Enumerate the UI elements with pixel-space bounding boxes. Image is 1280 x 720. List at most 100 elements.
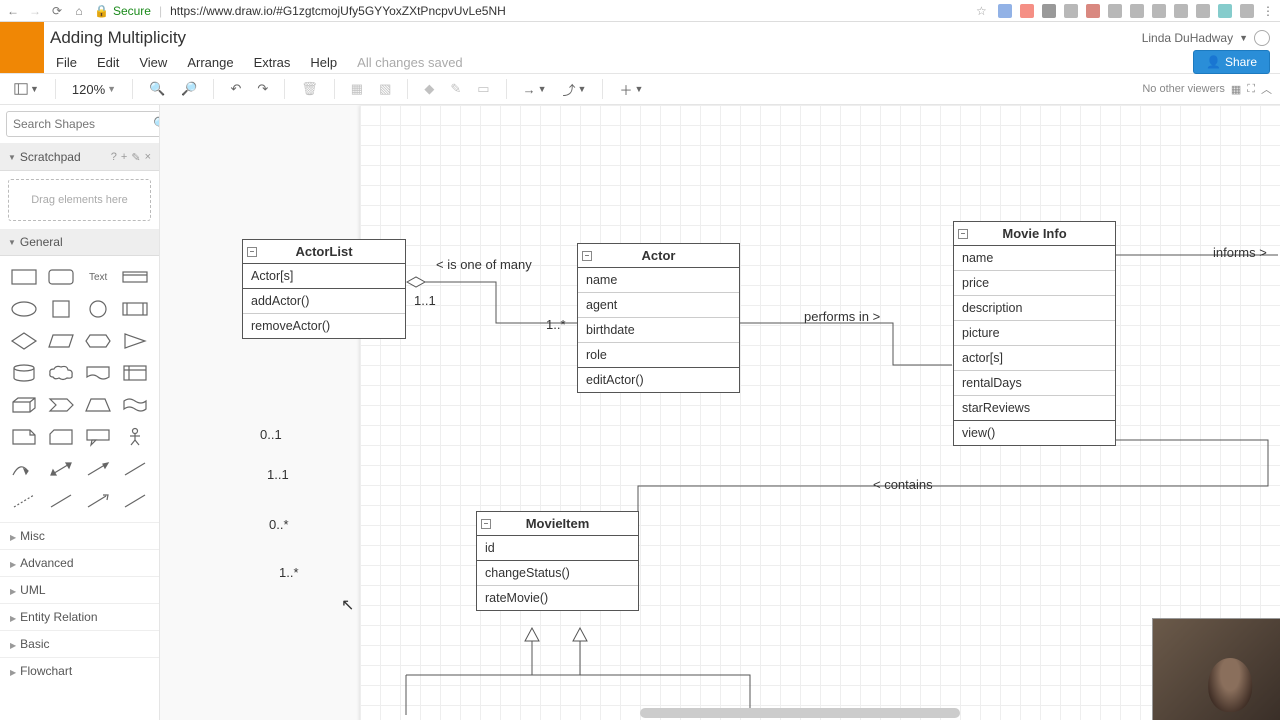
attr[interactable]: name [578, 268, 739, 293]
attr[interactable]: rentalDays [954, 371, 1115, 396]
category-advanced[interactable]: ▶Advanced [0, 549, 159, 576]
undo-button[interactable]: ↶ [224, 77, 247, 101]
to-back-button[interactable]: ▧ [373, 77, 397, 101]
label-contains[interactable]: < contains [873, 477, 933, 492]
ext-icon-5[interactable] [1086, 4, 1100, 18]
scratchpad-close-icon[interactable]: × [145, 151, 151, 164]
shape-circle[interactable] [83, 296, 114, 322]
class-actor[interactable]: –Actor name agent birthdate role editAct… [577, 243, 740, 393]
menu-view[interactable]: View [129, 51, 177, 74]
category-uml[interactable]: ▶UML [0, 576, 159, 603]
to-front-button[interactable]: ▦ [345, 77, 369, 101]
class-actorlist[interactable]: –ActorList Actor[s] addActor() removeAct… [242, 239, 406, 339]
category-misc[interactable]: ▶Misc [0, 522, 159, 549]
zoom-out-button[interactable]: 🔎 [175, 77, 203, 101]
ext-icon-7[interactable] [1130, 4, 1144, 18]
shape-square[interactable] [45, 296, 76, 322]
shape-hexagon[interactable] [83, 328, 114, 354]
canvas-area[interactable]: –ActorList Actor[s] addActor() removeAct… [160, 105, 1280, 720]
line-color-button[interactable]: ✎ [444, 77, 467, 101]
attr[interactable]: name [954, 246, 1115, 271]
user-menu[interactable]: Linda DuHadway ▼ [1142, 30, 1280, 46]
menu-help[interactable]: Help [300, 51, 347, 74]
shape-callout[interactable] [83, 424, 114, 450]
general-header[interactable]: ▼ General [0, 229, 159, 256]
shape-arrow[interactable] [83, 456, 114, 482]
op[interactable]: rateMovie() [477, 586, 638, 610]
shape-parallelogram[interactable] [45, 328, 76, 354]
op[interactable]: editActor() [578, 368, 739, 392]
attr[interactable]: id [477, 536, 638, 560]
ext-icon-4[interactable] [1064, 4, 1078, 18]
redo-button[interactable]: ↷ [251, 77, 274, 101]
search-shapes-input[interactable] [6, 111, 160, 137]
search-icon[interactable]: 🔍 [153, 116, 160, 132]
shape-text[interactable]: Text [83, 264, 114, 290]
menu-file[interactable]: File [46, 51, 87, 74]
shape-cloud[interactable] [45, 360, 76, 386]
menu-extras[interactable]: Extras [244, 51, 301, 74]
attr[interactable]: actor[s] [954, 346, 1115, 371]
shape-actor[interactable] [120, 424, 151, 450]
shape-process[interactable] [120, 296, 151, 322]
class-movieitem[interactable]: –MovieItem id changeStatus() rateMovie() [476, 511, 639, 611]
zoom-in-button[interactable]: 🔍 [143, 77, 171, 101]
attr[interactable]: role [578, 343, 739, 367]
label-multiplicity[interactable]: 1..* [546, 317, 566, 332]
shape-bidir-arrow[interactable] [45, 456, 76, 482]
url-text[interactable]: https://www.draw.io/#G1zgtcmojUfy5GYYoxZ… [170, 4, 968, 18]
insert-button[interactable]: ＋ ▼ [613, 76, 649, 103]
reload-icon[interactable]: ⟳ [50, 4, 64, 18]
scratchpad-edit-icon[interactable]: ✎ [131, 151, 140, 164]
text-1-1[interactable]: 1..1 [267, 467, 289, 482]
shape-trapezoid[interactable] [83, 392, 114, 418]
op[interactable]: removeActor() [243, 314, 405, 338]
attr[interactable]: birthdate [578, 318, 739, 343]
shape-cube[interactable] [8, 392, 39, 418]
shape-thin-line[interactable] [120, 488, 151, 514]
attr[interactable]: Actor[s] [243, 264, 405, 288]
shape-rounded-rect[interactable] [45, 264, 76, 290]
shape-triangle[interactable] [120, 328, 151, 354]
shape-textbox[interactable] [120, 264, 151, 290]
star-icon[interactable]: ☆ [976, 4, 990, 18]
class-movieinfo[interactable]: –Movie Info name price description pictu… [953, 221, 1116, 446]
ext-icon-10[interactable] [1196, 4, 1210, 18]
text-0-star[interactable]: 0..* [269, 517, 289, 532]
fold-icon[interactable]: – [247, 247, 257, 257]
scratchpad-help-icon[interactable]: ? [111, 151, 117, 164]
scratchpad-header[interactable]: ▼ Scratchpad ? + ✎ × [0, 144, 159, 171]
fold-icon[interactable]: – [481, 519, 491, 529]
label-informs[interactable]: informs > [1213, 245, 1267, 260]
shape-document[interactable] [83, 360, 114, 386]
attr[interactable]: starReviews [954, 396, 1115, 420]
label-is-one-of-many[interactable]: < is one of many [436, 257, 532, 272]
ext-icon-8[interactable] [1152, 4, 1166, 18]
home-icon[interactable]: ⌂ [72, 4, 86, 18]
globe-icon[interactable] [1254, 30, 1270, 46]
fill-color-button[interactable]: ◆ [418, 77, 440, 101]
ext-icon-3[interactable] [1042, 4, 1056, 18]
shape-curve[interactable] [8, 456, 39, 482]
drawio-logo[interactable] [0, 22, 44, 73]
shape-rect[interactable] [8, 264, 39, 290]
op[interactable]: addActor() [243, 289, 405, 314]
shape-diamond[interactable] [8, 328, 39, 354]
connection-button[interactable]: → ▼ [517, 78, 553, 101]
shape-tape[interactable] [120, 392, 151, 418]
back-icon[interactable]: ← [6, 4, 20, 18]
attr[interactable]: description [954, 296, 1115, 321]
attr[interactable]: agent [578, 293, 739, 318]
share-button[interactable]: 👤 Share [1193, 50, 1270, 74]
label-multiplicity[interactable]: 1..1 [414, 293, 436, 308]
collapse-icon[interactable]: ︿ [1261, 81, 1272, 97]
attr[interactable]: picture [954, 321, 1115, 346]
label-performs-in[interactable]: performs in > [804, 309, 880, 324]
category-basic[interactable]: ▶Basic [0, 630, 159, 657]
waypoint-button[interactable]: ⤴ ▼ [557, 76, 593, 103]
scratchpad-add-icon[interactable]: + [121, 151, 127, 164]
shape-dashed[interactable] [8, 488, 39, 514]
shape-ellipse[interactable] [8, 296, 39, 322]
shape-internal-storage[interactable] [120, 360, 151, 386]
ext-icon-6[interactable] [1108, 4, 1122, 18]
